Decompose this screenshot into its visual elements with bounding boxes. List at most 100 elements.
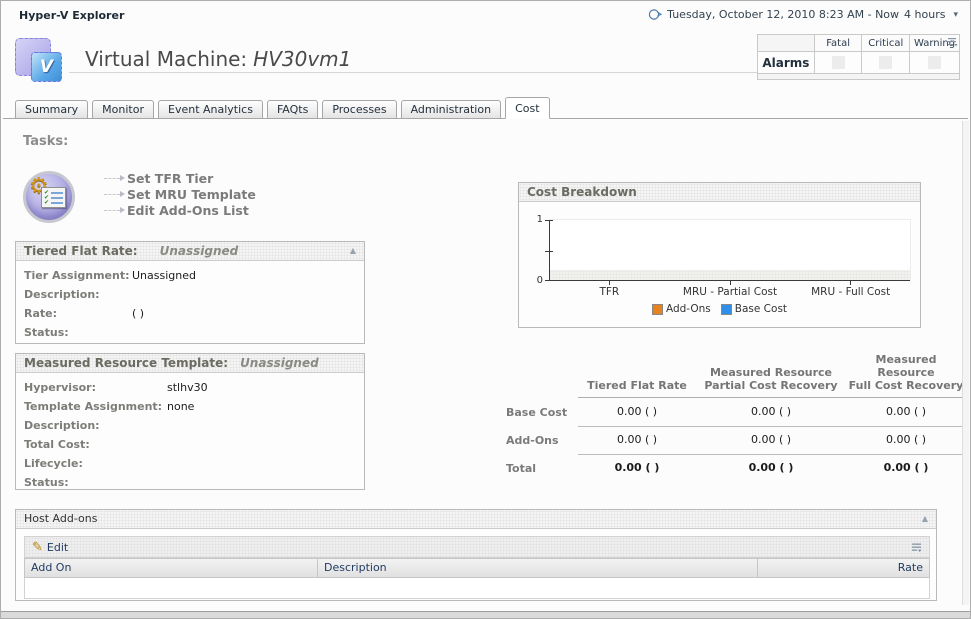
tab-monitor[interactable]: Monitor <box>92 100 154 119</box>
customize-table-icon[interactable] <box>911 538 922 557</box>
host-addons-panel: Host Add-ons ▲ ✎ Edit Add <box>15 509 937 601</box>
tab-administration[interactable]: Administration <box>401 100 502 119</box>
vm-name: HV30vm1 <box>253 47 351 71</box>
customize-columns-icon[interactable] <box>948 37 958 50</box>
cost-row-total: Total 0.00 ( ) 0.00 ( ) 0.00 ( ) <box>506 454 966 482</box>
task-arrow-icon <box>104 210 120 211</box>
mrt-row-template-assignment: Template Assignment:none <box>24 397 356 416</box>
category-mru-full: MRU - Full Cost <box>790 286 911 298</box>
alarms-col-warning: Warning <box>910 35 960 52</box>
tasks-heading: Tasks: <box>23 134 68 149</box>
measured-resource-template-panel: Measured Resource Template: Unassigned H… <box>15 353 365 490</box>
tfr-assignment-status: Unassigned <box>160 242 239 260</box>
alarms-corner-cell <box>758 35 815 52</box>
col-mr-partial-cost-recovery: Measured ResourcePartial Cost Recovery <box>696 366 846 398</box>
mrt-row-total-cost: Total Cost: <box>24 435 356 454</box>
tiered-flat-rate-panel: Tiered Flat Rate: Unassigned ▲ Tier Assi… <box>15 241 365 344</box>
cost-breakdown-panel: Cost Breakdown 1 0 TFR MRU - Partial Cos… <box>518 182 921 328</box>
bottom-status-strip <box>1 611 970 618</box>
checklist-icon: ✔ ✔ ✔ <box>41 187 66 208</box>
tiered-flat-rate-header: Tiered Flat Rate: Unassigned ▲ <box>16 242 364 261</box>
mrt-assignment-status: Unassigned <box>240 354 319 372</box>
alarms-fatal-cell[interactable] <box>814 52 862 74</box>
alarms-col-critical: Critical <box>862 35 910 52</box>
tiered-flat-rate-title: Tiered Flat Rate: <box>24 242 138 260</box>
host-addons-title: Host Add-ons <box>24 510 97 528</box>
cost-summary-header-row: Tiered Flat Rate Measured ResourcePartia… <box>506 353 966 398</box>
alarms-warning-count[interactable] <box>928 56 941 69</box>
y-axis-tick-label-min: 0 <box>525 275 543 286</box>
y-axis-tick-label-max: 1 <box>525 214 543 225</box>
tab-processes[interactable]: Processes <box>322 100 396 119</box>
host-addons-empty-row <box>24 578 930 599</box>
tab-bar: Summary Monitor Event Analytics FAQts Pr… <box>15 97 554 119</box>
chart-plot-area <box>549 219 911 281</box>
x-axis-category-labels: TFR MRU - Partial Cost MRU - Full Cost <box>549 286 911 298</box>
cost-summary-table: Tiered Flat Rate Measured ResourcePartia… <box>506 353 966 482</box>
task-links: Set TFR Tier Set MRU Template Edit Add-O… <box>104 170 256 218</box>
host-addons-table-header: Add On Description Rate <box>24 558 930 578</box>
tfr-row-rate: Rate:( ) <box>24 304 356 323</box>
clock-history-icon <box>648 8 662 21</box>
alarms-footer-strip <box>758 74 960 80</box>
cost-breakdown-header: Cost Breakdown <box>519 183 920 202</box>
time-range-duration: 4 hours <box>904 8 945 21</box>
base-cost-swatch <box>721 304 732 315</box>
tfr-row-tier-assignment: Tier Assignment:Unassigned <box>24 266 356 285</box>
mrt-title: Measured Resource Template: <box>24 354 228 372</box>
mrt-row-status: Status: <box>24 473 356 492</box>
cost-breakdown-chart: 1 0 TFR MRU - Partial Cost MRU - Full Co… <box>519 202 920 327</box>
cost-row-add-ons: Add-Ons 0.00 ( ) 0.00 ( ) 0.00 ( ) <box>506 426 966 454</box>
tfr-row-status: Status: <box>24 323 356 342</box>
col-add-on[interactable]: Add On <box>25 559 318 577</box>
cost-breakdown-title: Cost Breakdown <box>527 183 637 201</box>
edit-pencil-icon: ✎ <box>32 541 43 554</box>
host-addons-toolbar: ✎ Edit <box>24 536 930 558</box>
alarms-fatal-count[interactable] <box>832 56 845 69</box>
task-set-tfr-tier[interactable]: Set TFR Tier <box>104 170 256 186</box>
alarms-critical-count[interactable] <box>879 56 892 69</box>
collapse-icon[interactable]: ▲ <box>922 510 928 528</box>
hyperv-explorer-window: Hyper-V Explorer Tuesday, October 12, 20… <box>0 0 971 619</box>
legend-base-cost: Base Cost <box>721 303 787 315</box>
mrt-header: Measured Resource Template: Unassigned <box>16 354 364 373</box>
alarms-summary-table: Fatal Critical Warning Alarms <box>757 34 960 80</box>
mrt-row-hypervisor: Hypervisor:stlhv30 <box>24 378 356 397</box>
tasks-gear-checklist-icon: ⚙ ✔ ✔ ✔ <box>23 171 75 223</box>
cost-row-base-cost: Base Cost 0.00 ( ) 0.00 ( ) 0.00 ( ) <box>506 398 966 426</box>
tab-event-analytics[interactable]: Event Analytics <box>158 100 263 119</box>
time-range-text: Tuesday, October 12, 2010 8:23 AM - Now <box>667 8 899 21</box>
task-arrow-icon <box>104 178 120 179</box>
alarms-critical-cell[interactable] <box>862 52 910 74</box>
alarms-row-label: Alarms <box>758 52 815 74</box>
category-tfr: TFR <box>549 286 670 298</box>
tfr-row-description: Description: <box>24 285 356 304</box>
scrollbar-track[interactable] <box>962 121 969 605</box>
tab-cost[interactable]: Cost <box>505 97 549 119</box>
task-set-mru-template[interactable]: Set MRU Template <box>104 186 256 202</box>
mrt-row-lifecycle: Lifecycle: <box>24 454 356 473</box>
col-mr-full-cost-recovery: Measured ResourceFull Cost Recovery <box>846 353 966 398</box>
page-title: Virtual Machine:HV30vm1 <box>85 47 351 71</box>
chart-legend: Add-Ons Base Cost <box>519 303 920 315</box>
task-arrow-icon <box>104 194 120 195</box>
alarms-col-fatal: Fatal <box>814 35 862 52</box>
category-mru-partial: MRU - Partial Cost <box>670 286 791 298</box>
legend-add-ons: Add-Ons <box>652 303 711 315</box>
collapse-icon[interactable]: ▲ <box>350 242 356 260</box>
tab-summary[interactable]: Summary <box>15 100 88 119</box>
alarms-warning-cell[interactable] <box>910 52 960 74</box>
header-divider <box>69 72 757 73</box>
host-addons-header: Host Add-ons ▲ <box>16 510 936 529</box>
task-edit-addons-list[interactable]: Edit Add-Ons List <box>104 202 256 218</box>
chevron-down-icon[interactable]: ▾ <box>953 10 958 20</box>
mrt-row-description: Description: <box>24 416 356 435</box>
col-rate[interactable]: Rate <box>758 559 929 577</box>
col-tiered-flat-rate: Tiered Flat Rate <box>578 379 696 398</box>
col-description[interactable]: Description <box>318 559 758 577</box>
edit-button[interactable]: ✎ Edit <box>32 541 68 554</box>
time-range-control[interactable]: Tuesday, October 12, 2010 8:23 AM - Now … <box>648 8 958 21</box>
add-ons-swatch <box>652 304 663 315</box>
tab-faqts[interactable]: FAQts <box>267 100 318 119</box>
app-title: Hyper-V Explorer <box>19 9 124 22</box>
